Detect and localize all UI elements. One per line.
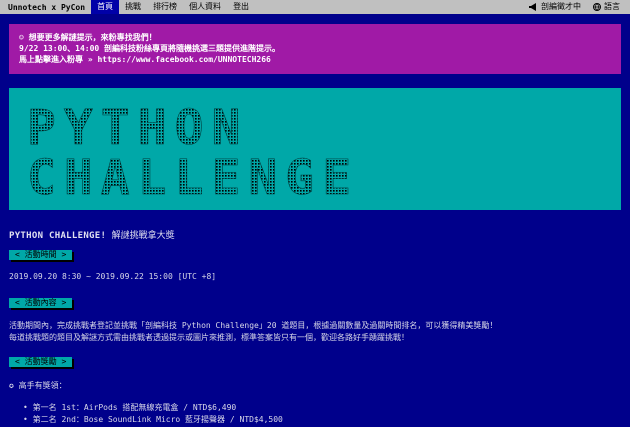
page-title: PYTHON CHALLENGE! 解謎挑戰拿大獎 xyxy=(9,228,175,241)
section-content-badge: < 活動內容 > xyxy=(9,298,73,308)
reward-item-1-text: 第一名 1st：AirPods 搭配無線充電盒 / NTD$6,490 xyxy=(32,403,237,412)
content-line-2: 每道挑戰題的題目及解謎方式需由挑戰者透過提示或圖片來推測，標準答案皆只有一個，歡… xyxy=(9,333,409,342)
reward-item-1: • 第一名 1st：AirPods 搭配無線充電盒 / NTD$6,490 xyxy=(23,403,237,412)
top-nav-bar: Unnotech x PyCon 首頁 挑戰 排行榜 個人資料 登出 剖編徵才中… xyxy=(0,0,630,14)
reward-item-2: • 第二名 2nd：Bose SoundLink Micro 藍牙揚聲器 / N… xyxy=(23,415,283,424)
content-line-1: 活動期間內，完成挑戰者登記並挑戰「剖編科技 Python Challenge」2… xyxy=(9,321,498,330)
python-challenge-banner: PYTHON CHALLENGE xyxy=(9,88,621,210)
event-time-text: 2019.09.20 8:30 ~ 2019.09.22 15:00 [UTC … xyxy=(9,272,217,281)
reward-item-2-text: 第二名 2nd：Bose SoundLink Micro 藍牙揚聲器 / NTD… xyxy=(32,415,283,424)
brand-logo[interactable]: Unnotech x PyCon xyxy=(0,3,91,12)
nav-challenge[interactable]: 挑戰 xyxy=(119,0,147,14)
hint-notice-box: ☺ 想要更多解謎提示，來粉專找我們！ 9/22 13:00、14:00 剖編科技… xyxy=(9,24,621,74)
hero-line-2: CHALLENGE xyxy=(27,150,359,206)
title-zh: 解謎挑戰拿大獎 xyxy=(111,231,175,241)
nav-hiring[interactable]: 剖編徵才中 xyxy=(523,0,587,14)
ascii-art-title: PYTHON CHALLENGE xyxy=(27,100,359,207)
trophy-icon: ✪ xyxy=(9,381,19,390)
title-en: PYTHON CHALLENGE! xyxy=(9,231,107,241)
nav-hiring-label: 剖編徵才中 xyxy=(541,2,581,11)
nav-profile[interactable]: 個人資料 xyxy=(183,0,227,14)
reward-heading-text: 高手有獎領： xyxy=(18,381,67,390)
reward-heading: ✪ 高手有獎領： xyxy=(9,380,67,391)
nav-leaderboard[interactable]: 排行榜 xyxy=(147,0,183,14)
nav-home[interactable]: 首頁 xyxy=(91,0,120,14)
section-reward-badge: < 活動獎勵 > xyxy=(9,357,73,367)
main-nav: 首頁 挑戰 排行榜 個人資料 登出 xyxy=(91,0,255,14)
globe-icon xyxy=(593,3,601,11)
notice-line-1: ☺ 想要更多解謎提示，來粉專找我們！ xyxy=(19,33,157,42)
notice-line-2: 9/22 13:00、14:00 剖編科技粉絲專頁將隨機挑選三題提供進階提示。 xyxy=(19,44,281,53)
nav-logout[interactable]: 登出 xyxy=(227,0,255,14)
hero-line-1: PYTHON xyxy=(27,100,248,156)
nav-language-label: 語言 xyxy=(604,2,620,11)
section-time-badge: < 活動時間 > xyxy=(9,250,73,260)
nav-language[interactable]: 語言 xyxy=(587,0,626,14)
nav-right-group: 剖編徵才中 語言 xyxy=(523,0,630,14)
megaphone-icon xyxy=(529,3,536,11)
notice-line-3[interactable]: 馬上點擊進入粉專 » https://www.facebook.com/UNNO… xyxy=(19,54,611,65)
